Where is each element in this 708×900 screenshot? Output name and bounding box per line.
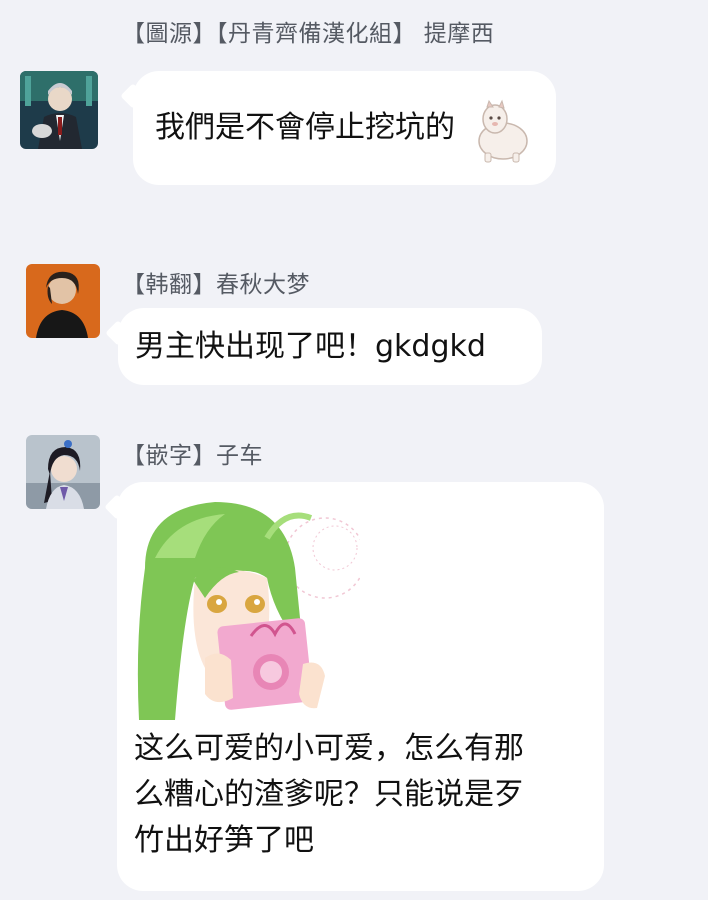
avatar[interactable] bbox=[26, 264, 100, 338]
avatar[interactable] bbox=[26, 435, 100, 509]
sender-name[interactable]: 【嵌字】子车 bbox=[122, 436, 263, 470]
bubble-tail bbox=[120, 83, 146, 109]
alpaca-sticker-icon bbox=[478, 99, 528, 163]
avatar-ancient-style-character-icon bbox=[26, 435, 100, 509]
message-text-line-3: 竹出好笋了吧 bbox=[134, 823, 314, 858]
message-bubble[interactable]: 男主快出现了吧！gkdgkd bbox=[105, 308, 542, 385]
bubble-tail bbox=[104, 494, 130, 520]
bubble-tail bbox=[105, 320, 131, 346]
sender-name[interactable]: 【韩翻】春秋大梦 bbox=[122, 265, 310, 299]
chat-message-3: 【嵌字】子车 这么可爱的小可爱，怎么有那 么糟心的渣爹呢？只能说是歹 竹出好笋了… bbox=[0, 420, 708, 900]
message-text-line-1: 这么可爱的小可爱，怎么有那 bbox=[134, 731, 524, 766]
avatar-orange-background-man-icon bbox=[26, 264, 100, 338]
chat-message-1: 【圖源】【丹青齊備漢化組】 提摩西 我們是不會停止挖坑的 bbox=[0, 0, 708, 240]
message-text: 我們是不會停止挖坑的 bbox=[155, 110, 455, 145]
sender-name[interactable]: 【圖源】【丹青齊備漢化組】 提摩西 bbox=[122, 14, 494, 48]
message-text-line-2: 么糟心的渣爹呢？只能说是歹 bbox=[134, 777, 524, 812]
avatar-dark-suit-man-icon bbox=[20, 71, 98, 149]
message-text: 男主快出现了吧！gkdgkd bbox=[135, 329, 486, 364]
message-bubble[interactable]: 我們是不會停止挖坑的 bbox=[120, 71, 556, 185]
chat-message-2: 【韩翻】春秋大梦 男主快出现了吧！gkdgkd bbox=[0, 240, 708, 420]
avatar[interactable] bbox=[20, 71, 98, 149]
green-hair-girl-gift-sticker bbox=[135, 498, 360, 720]
message-bubble[interactable]: 这么可爱的小可爱，怎么有那 么糟心的渣爹呢？只能说是歹 竹出好笋了吧 bbox=[104, 482, 604, 891]
